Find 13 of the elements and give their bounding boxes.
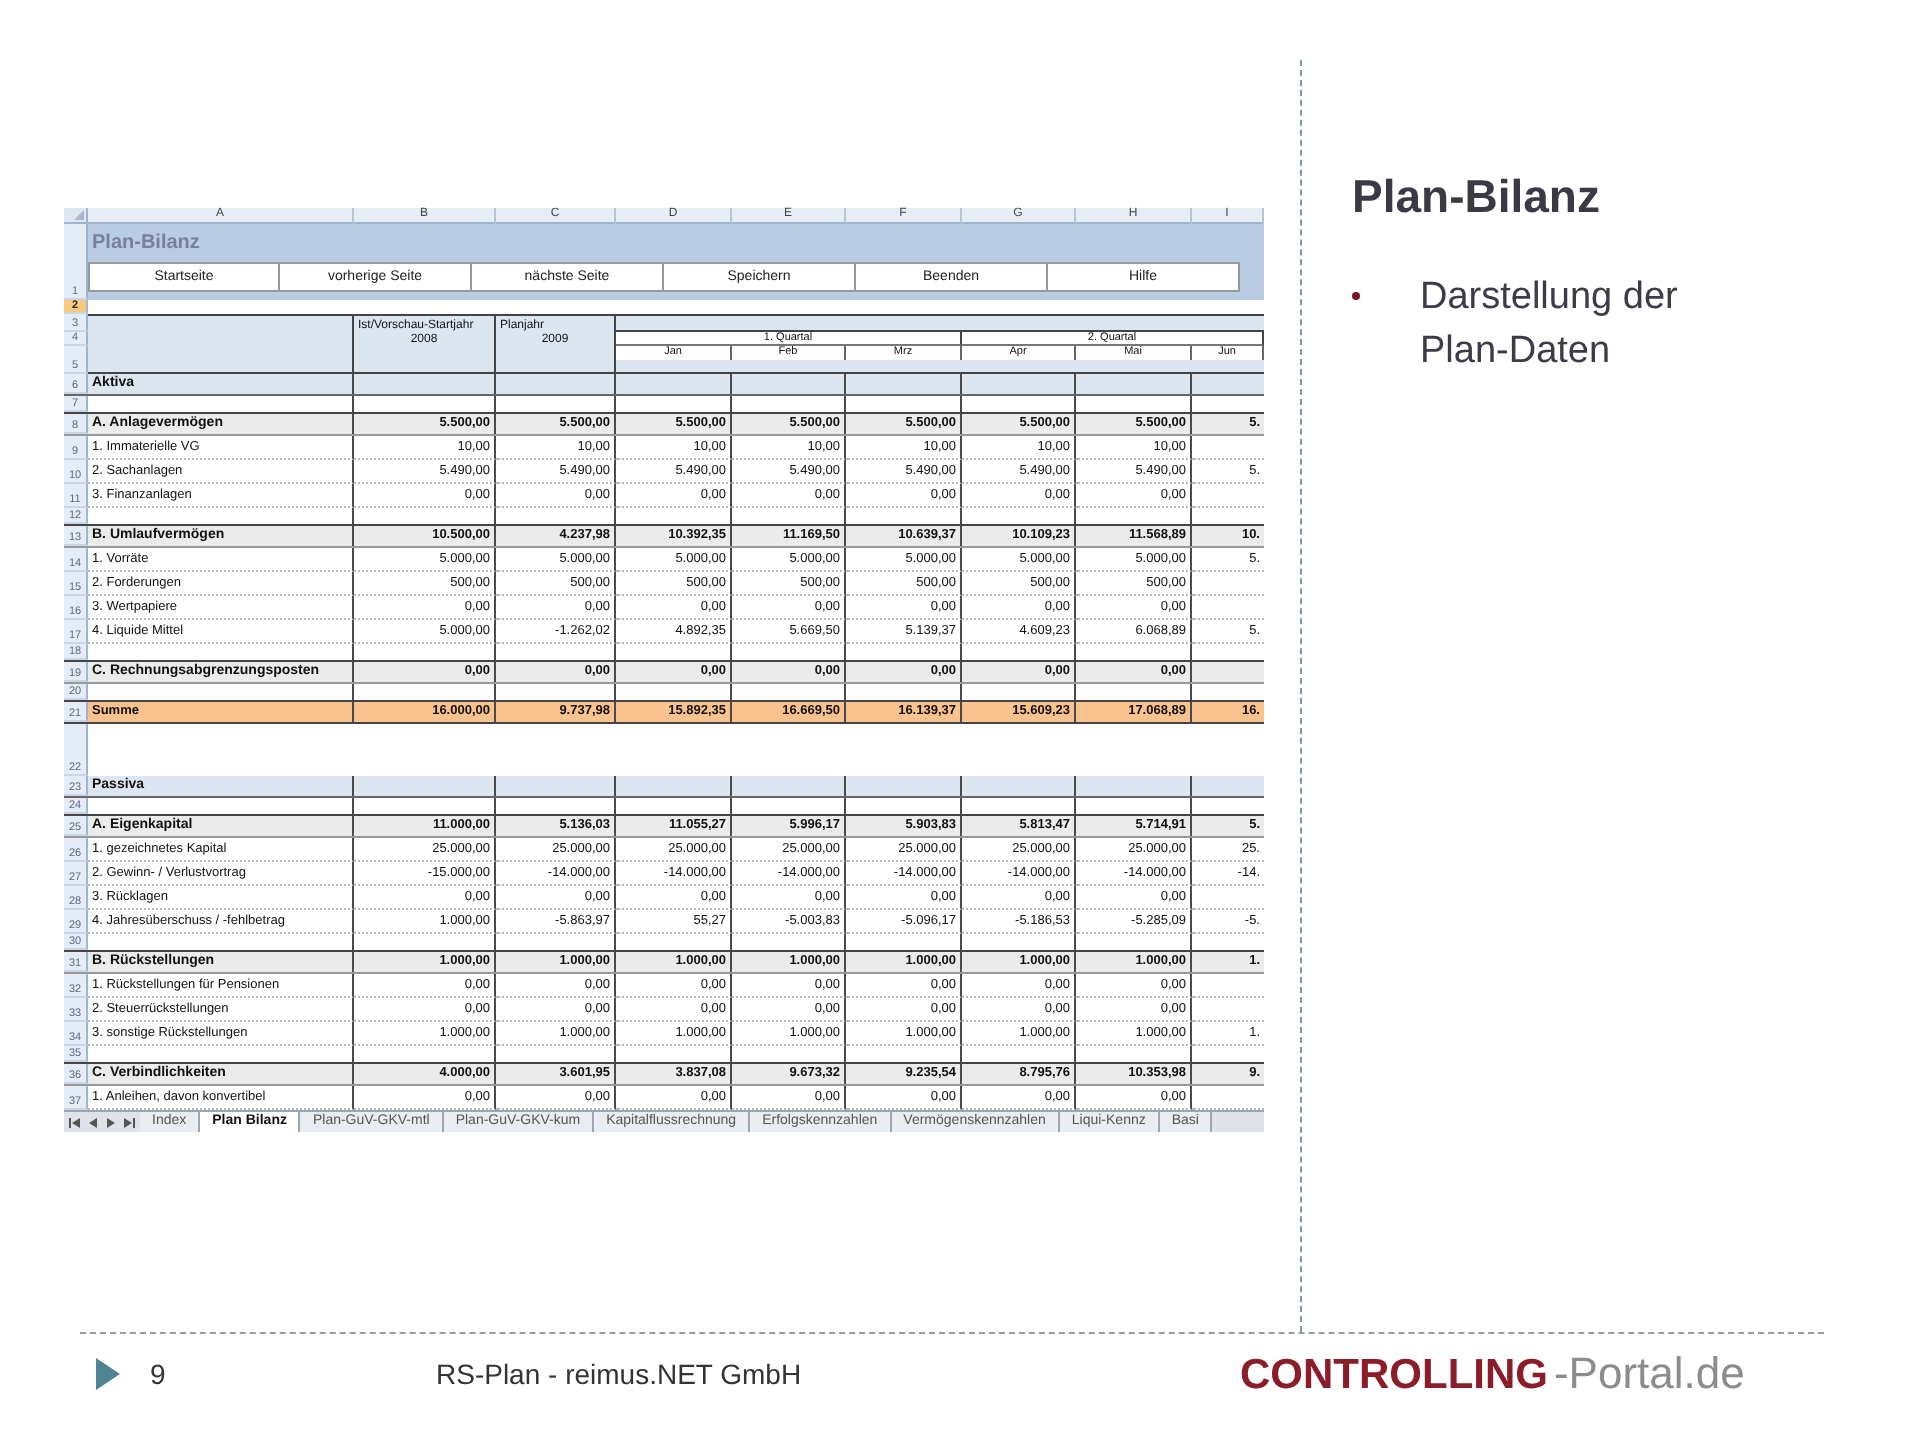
- slide-title: Plan-Bilanz: [1352, 168, 1602, 224]
- skip-end-icon[interactable]: [122, 1115, 136, 1129]
- triangle-right-icon[interactable]: [104, 1115, 118, 1129]
- page-number: 9: [150, 1357, 166, 1389]
- footer-text: RS-Plan - reimus.NET GmbH: [436, 1357, 804, 1389]
- triangle-icon: [96, 1357, 120, 1389]
- corner-triangle-icon: [74, 210, 84, 220]
- bullet-text: Darstellung der Plan-Daten: [1420, 274, 1680, 376]
- logo-text: CONTROLLING-Portal.de: [1240, 1347, 1745, 1399]
- sheet-title: Plan-Bilanz: [90, 230, 200, 258]
- bullet-icon: [1352, 292, 1360, 300]
- triangle-left-icon[interactable]: [86, 1115, 100, 1129]
- skip-start-icon[interactable]: [68, 1115, 82, 1129]
